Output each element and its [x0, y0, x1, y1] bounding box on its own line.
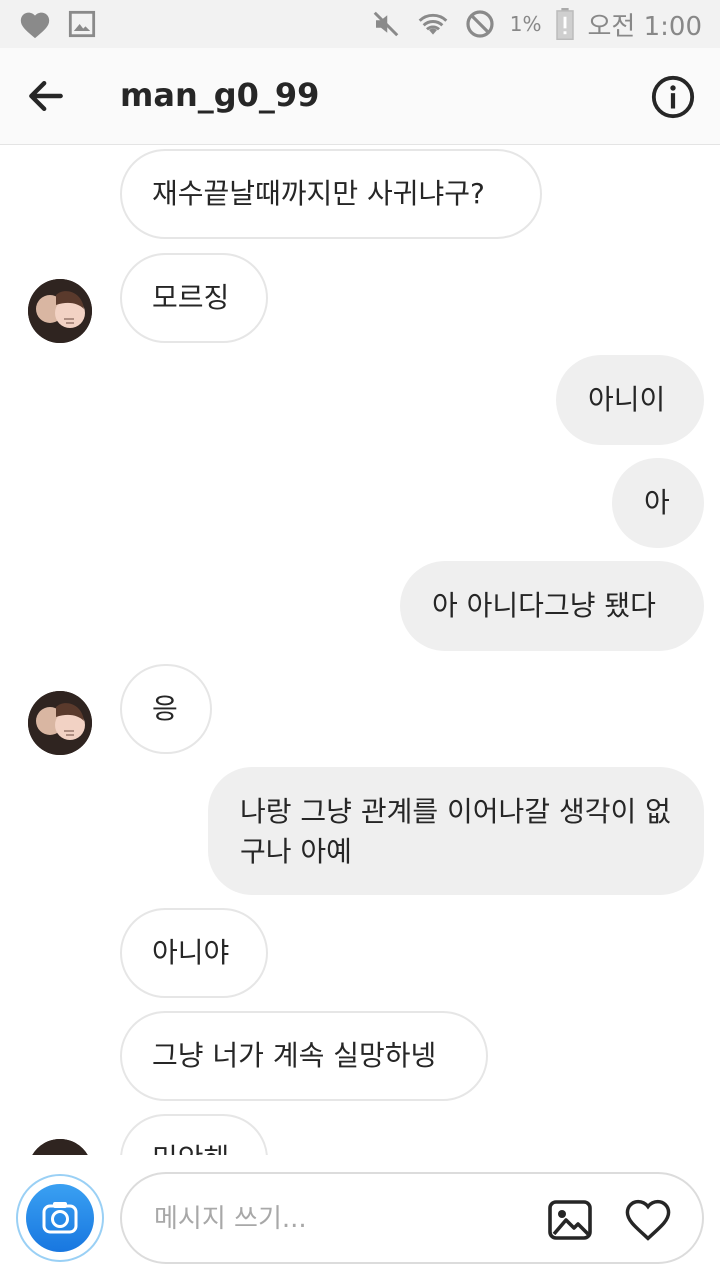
message-text: 재수끝날때까지만 사귀냐구? — [152, 177, 485, 210]
avatar[interactable] — [28, 279, 92, 343]
camera-button-fill — [26, 1184, 94, 1252]
message-sent[interactable]: 아니이 — [556, 355, 704, 445]
chat-header: man_g0_99 — [0, 48, 720, 145]
conversation-username[interactable]: man_g0_99 — [120, 76, 319, 114]
avatar-photo-icon — [28, 279, 92, 343]
image-icon — [68, 10, 96, 38]
mute-icon — [373, 11, 399, 37]
message-composer — [120, 1172, 704, 1264]
avatar-photo-icon — [28, 691, 92, 755]
gallery-icon[interactable] — [546, 1196, 594, 1244]
message-sent[interactable]: 아 — [612, 458, 704, 548]
avatar[interactable] — [28, 1139, 92, 1155]
camera-icon — [42, 1202, 78, 1234]
status-bar: 1% 오전 1:00 — [0, 0, 720, 48]
message-text: 응 — [152, 692, 178, 725]
info-icon[interactable] — [650, 74, 696, 120]
message-text: 나랑 그냥 관계를 이어나갈 생각이 없구나 아예 — [240, 795, 671, 868]
battery-percent: 1% — [509, 12, 542, 36]
message-text: 아니이 — [588, 383, 666, 416]
message-text: 아 아니다그냥 됐다 — [432, 589, 656, 622]
message-received[interactable]: 미안해 — [120, 1114, 268, 1155]
arrow-left-icon[interactable] — [24, 74, 68, 118]
clock: 오전 1:00 — [587, 11, 703, 42]
message-received[interactable]: 응 — [120, 664, 212, 754]
heart-icon — [20, 12, 50, 39]
message-text: 미안해 — [152, 1142, 229, 1155]
avatar[interactable] — [28, 691, 92, 755]
blocked-icon — [466, 10, 494, 38]
message-received[interactable]: 모르징 — [120, 253, 268, 343]
message-text: 그냥 너가 계속 실망하넹 — [152, 1039, 437, 1072]
message-list[interactable]: 재수끝날때까지만 사귀냐구? 모르징 아니이 아 아 아니다그냥 됐다 응 나랑… — [0, 145, 720, 1155]
battery-icon — [555, 8, 574, 40]
wifi-icon — [418, 13, 448, 35]
heart-icon[interactable] — [622, 1194, 674, 1246]
message-received[interactable]: 재수끝날때까지만 사귀냐구? — [120, 149, 542, 239]
message-input[interactable] — [152, 1196, 536, 1242]
message-text: 아니야 — [152, 936, 230, 969]
avatar-photo-icon — [28, 1139, 92, 1155]
message-received[interactable]: 그냥 너가 계속 실망하넹 — [120, 1011, 488, 1101]
camera-button[interactable] — [16, 1174, 104, 1262]
message-sent[interactable]: 나랑 그냥 관계를 이어나갈 생각이 없구나 아예 — [208, 767, 704, 895]
message-text: 아 — [644, 486, 670, 519]
message-received[interactable]: 아니야 — [120, 908, 268, 998]
message-sent[interactable]: 아 아니다그냥 됐다 — [400, 561, 704, 651]
message-text: 모르징 — [152, 281, 230, 314]
